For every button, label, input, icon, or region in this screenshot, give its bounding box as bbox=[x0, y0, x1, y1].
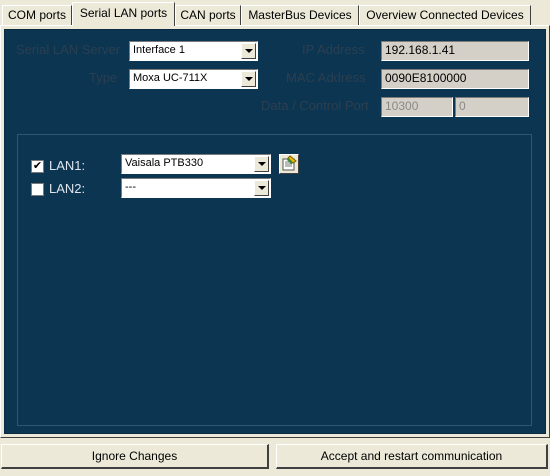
panel-content: Serial LAN Server Interface 1 IP Address… bbox=[4, 29, 546, 434]
mac-address-field[interactable]: 0090E8100000 bbox=[381, 69, 529, 89]
lan2-label: LAN2: bbox=[49, 181, 86, 196]
serial-lan-server-label: Serial LAN Server bbox=[16, 42, 121, 57]
lan2-device-value: --- bbox=[125, 181, 136, 193]
chevron-down-icon[interactable] bbox=[241, 71, 256, 87]
accept-restart-button[interactable]: Accept and restart communication bbox=[276, 444, 548, 469]
lan2-checkbox[interactable] bbox=[31, 183, 44, 196]
tab-serial-lan-ports[interactable]: Serial LAN ports bbox=[72, 2, 175, 26]
ip-address-label: IP Address bbox=[302, 42, 365, 57]
lan1-checkbox[interactable]: ✔ bbox=[31, 160, 44, 173]
checkmark-icon: ✔ bbox=[32, 160, 43, 172]
serial-lan-panel: Serial LAN Server Interface 1 IP Address… bbox=[0, 25, 550, 438]
lan1-device-select[interactable]: Vaisala PTB330 bbox=[121, 154, 271, 174]
tab-overview-connected-devices[interactable]: Overview Connected Devices bbox=[359, 5, 531, 25]
lan1-device-value: Vaisala PTB330 bbox=[125, 157, 204, 169]
ip-address-field[interactable]: 192.168.1.41 bbox=[381, 41, 529, 61]
ignore-changes-button[interactable]: Ignore Changes bbox=[1, 444, 269, 469]
tab-masterbus-devices[interactable]: MasterBus Devices bbox=[241, 5, 359, 25]
lan1-settings-button[interactable] bbox=[279, 154, 299, 174]
chevron-down-icon[interactable] bbox=[241, 43, 256, 59]
mac-address-label: MAC Address bbox=[286, 70, 366, 85]
type-label: Type bbox=[89, 70, 118, 85]
settings-edit-icon bbox=[282, 155, 297, 171]
data-control-port-label: Data / Control Port bbox=[261, 98, 369, 113]
type-select[interactable]: Moxa UC-711X bbox=[129, 69, 258, 89]
lan1-label: LAN1: bbox=[49, 158, 86, 173]
chevron-down-icon[interactable] bbox=[254, 180, 269, 196]
type-value: Moxa UC-711X bbox=[133, 72, 208, 84]
lan2-device-select[interactable]: --- bbox=[121, 178, 271, 198]
tab-com-ports[interactable]: COM ports bbox=[2, 5, 72, 25]
tab-can-ports[interactable]: CAN ports bbox=[175, 5, 241, 25]
tab-bar: COM ports Serial LAN ports CAN ports Mas… bbox=[0, 0, 550, 26]
chevron-down-icon[interactable] bbox=[254, 156, 269, 172]
serial-lan-server-select[interactable]: Interface 1 bbox=[129, 41, 258, 61]
data-port-field[interactable]: 10300 bbox=[381, 97, 453, 117]
serial-lan-server-value: Interface 1 bbox=[133, 44, 185, 56]
lan-group-box: ✔ LAN1: Vaisala PTB330 LAN2: --- bbox=[17, 134, 532, 426]
control-port-field[interactable]: 0 bbox=[455, 97, 529, 117]
